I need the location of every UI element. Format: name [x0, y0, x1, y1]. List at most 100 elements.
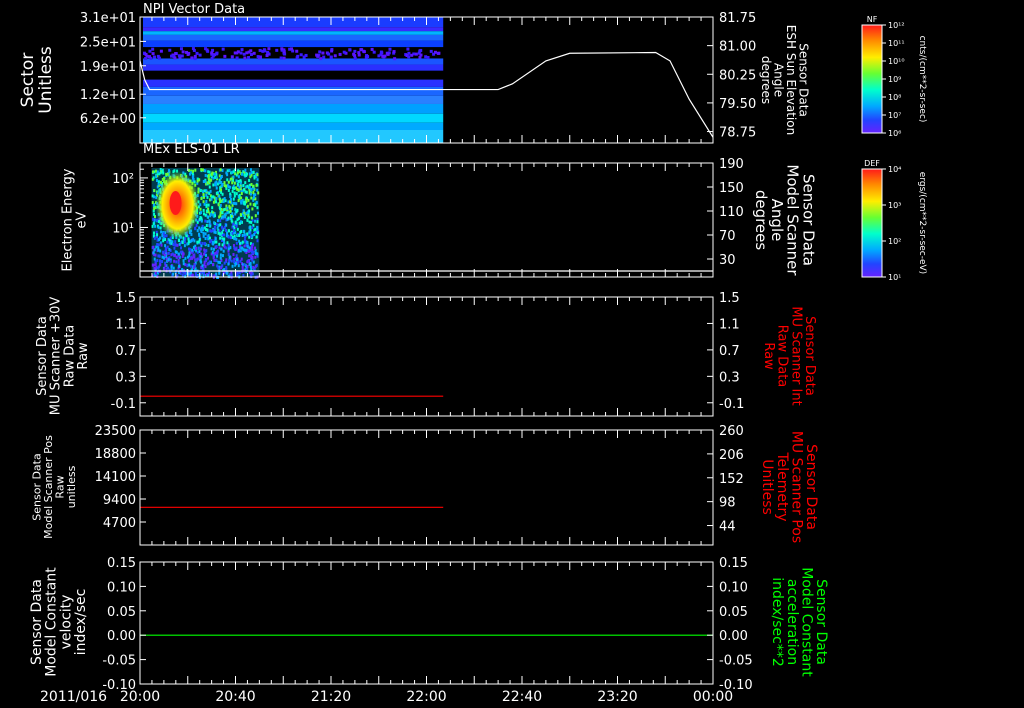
spectrogram-pixel: [191, 248, 194, 252]
spectrogram-speckle: [386, 52, 390, 56]
spectrogram-pixel: [180, 246, 183, 250]
spectrogram-pixel: [255, 263, 258, 267]
spectrogram-pixel: [229, 195, 232, 199]
panel3-ylabel: Sensor DataMU Scanner +30VRaw DataRaw: [35, 297, 91, 416]
spectrogram-speckle: [407, 51, 411, 55]
spectrogram-pixel: [233, 201, 236, 205]
spectrogram-speckle: [242, 52, 246, 56]
spectrogram-pixel: [196, 220, 199, 224]
colorbar-tag: DEF: [864, 159, 880, 168]
spectrogram-pixel: [155, 174, 158, 178]
spectrogram-pixel: [204, 219, 207, 223]
spectrogram-pixel: [154, 224, 157, 228]
spectrogram-pixel: [162, 250, 165, 254]
spectrogram-pixel: [199, 207, 202, 211]
spectrogram-pixel: [167, 251, 170, 255]
spectrogram-pixel: [227, 180, 230, 184]
spectrogram-band: [143, 64, 444, 71]
spectrogram-pixel: [223, 184, 226, 188]
spectrogram-pixel: [164, 264, 167, 268]
spectrogram-pixel: [219, 200, 222, 204]
spectrogram-pixel: [169, 259, 172, 263]
spectrogram-pixel: [222, 249, 225, 253]
spectrogram-pixel: [246, 244, 249, 248]
spectrogram-pixel: [224, 212, 227, 216]
spectrogram-pixel: [214, 237, 217, 241]
spectrogram-pixel: [228, 259, 231, 263]
y-tick-label-right: 0.10: [719, 580, 748, 595]
spectrogram-speckle: [304, 53, 308, 57]
y-tick-label-right: 81.00: [719, 40, 756, 55]
colorbar-tick-label: 10⁸: [888, 93, 901, 102]
spectrogram-pixel: [205, 253, 208, 257]
spectrogram-pixel: [196, 250, 199, 254]
spectrogram-pixel: [243, 202, 246, 206]
axis-label-line: eV: [74, 211, 89, 228]
spectrogram-pixel: [237, 264, 240, 268]
spectrogram-pixel: [251, 234, 254, 238]
spectrogram-pixel: [255, 183, 258, 187]
spectrogram-pixel: [205, 193, 208, 197]
spectrogram-pixel: [233, 229, 236, 233]
spectrogram-pixel: [240, 201, 243, 205]
spectrogram-pixel: [248, 215, 251, 219]
spectrogram-pixel: [212, 195, 215, 199]
spectrogram-pixel: [232, 197, 235, 201]
colorbar-tick-label: 10³: [888, 201, 901, 210]
spectrogram-pixel: [157, 248, 160, 252]
spectrogram-pixel: [246, 218, 249, 222]
spectrogram-pixel: [214, 214, 217, 218]
spectrogram-pixel: [223, 207, 226, 211]
axis-label-line: Raw: [76, 342, 91, 370]
spectrogram-pixel: [242, 229, 245, 233]
spectrogram-speckle: [230, 55, 234, 59]
y-tick-label: 0.05: [107, 605, 136, 620]
spectrogram-pixel: [248, 226, 251, 230]
spectrogram-pixel: [235, 192, 238, 196]
spectrogram-pixel: [223, 197, 226, 201]
spectrogram-pixel: [202, 200, 205, 204]
spectrogram-pixel: [202, 231, 205, 235]
spectrogram-pixel: [218, 271, 221, 275]
spectrogram-pixel: [162, 171, 165, 175]
y-tick-label-right: 0.15: [719, 556, 748, 571]
spectrogram-speckle: [223, 54, 227, 58]
spectrogram-pixel: [248, 172, 251, 176]
spectrogram-pixel: [251, 256, 254, 260]
spectrogram-pixel: [230, 259, 233, 263]
y-tick-label: -0.10: [102, 678, 136, 693]
panel1-ylabel-right: Sensor DataESH Sun ElevationAngledegrees: [759, 25, 811, 135]
spectrogram-pixel: [216, 226, 219, 230]
spectrogram-pixel: [237, 175, 240, 179]
spectrogram-pixel: [213, 172, 216, 176]
spectrogram-speckle: [279, 56, 283, 60]
spectrogram-pixel: [225, 171, 228, 175]
spectrogram-speckle: [330, 49, 334, 53]
y-tick-label-right: 1.5: [719, 291, 740, 306]
spectrogram-speckle: [174, 52, 178, 56]
spectrogram-pixel: [179, 250, 182, 254]
spectrogram-pixel: [222, 240, 225, 244]
y-tick-label-right: 206: [719, 448, 744, 463]
spectrogram-pixel: [156, 243, 159, 247]
spectrogram-core: [169, 191, 182, 215]
spectrogram-pixel: [233, 246, 236, 250]
spectrogram-speckle: [290, 47, 294, 51]
spectrogram-pixel: [228, 204, 231, 208]
spectrogram-pixel: [183, 244, 186, 248]
spectrogram-pixel: [151, 194, 154, 198]
spectrogram-speckle: [221, 47, 225, 51]
spectrogram-pixel: [225, 234, 228, 238]
date-label: 2011/016: [40, 689, 107, 705]
spectrogram-pixel: [159, 171, 162, 175]
spectrogram-pixel: [188, 259, 191, 263]
spectrogram-pixel: [202, 234, 205, 238]
spectrogram-pixel: [151, 263, 154, 267]
spectrogram-speckle: [192, 48, 196, 52]
spectrogram-pixel: [162, 232, 165, 236]
spectrogram-pixel: [227, 253, 230, 257]
spectrogram-pixel: [218, 215, 221, 219]
spectrogram-speckle: [144, 52, 148, 56]
y-tick-label-right: 1.1: [719, 317, 740, 332]
spectrogram-pixel: [200, 252, 203, 256]
